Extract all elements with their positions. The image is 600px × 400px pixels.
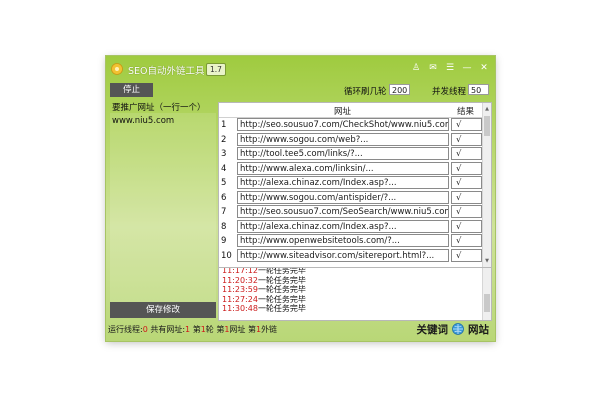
log-message: 一轮任务完毕 — [257, 304, 306, 313]
row-url: http://alexa.chinaz.com/Index.asp?... — [237, 219, 449, 233]
row-result: √ — [451, 248, 482, 262]
running-threads-value: 0 — [142, 325, 148, 334]
row-result: √ — [451, 132, 482, 146]
loop-count-label: 循环刷几轮 — [344, 87, 387, 97]
row-index: 1 — [221, 120, 227, 130]
row-result: √ — [451, 176, 482, 189]
row-index: 4 — [221, 163, 227, 174]
table-row[interactable]: 2 http://www.sogou.com/web?... √ — [219, 132, 483, 148]
row-index: 9 — [221, 236, 227, 246]
app-logo-icon — [111, 63, 123, 75]
row-url: http://seo.sousuo7.com/SeoSearch/www.niu… — [237, 205, 449, 218]
row-result: √ — [451, 219, 482, 233]
log-scroll-thumb[interactable] — [484, 294, 490, 312]
table-row[interactable]: 10 http://www.siteadvisor.com/sitereport… — [219, 248, 483, 264]
table-header: 网址 结果 — [219, 103, 483, 118]
globe-icon — [452, 323, 464, 335]
stop-button[interactable]: 停止 — [110, 83, 153, 97]
table-scroll-thumb[interactable] — [484, 116, 490, 136]
log-time: 11:30:48 — [222, 304, 258, 313]
row-url: http://tool.tee5.com/links/?... — [237, 147, 449, 160]
message-icon[interactable]: ✉ — [426, 62, 440, 74]
brand-site: 网站 — [468, 323, 489, 336]
row-url: http://www.alexa.com/linksin/... — [237, 161, 449, 175]
log-line: 11:30:48一轮任务完毕 — [222, 303, 306, 314]
promote-url-item: www.niu5.com — [112, 116, 175, 126]
row-index: 10 — [221, 250, 232, 261]
column-header-result: 结果 — [457, 107, 475, 117]
total-urls-value: 1 — [185, 325, 191, 334]
row-url: http://www.siteadvisor.com/sitereport.ht… — [237, 248, 449, 262]
title-bar: SEO自动外链工具 1.7 ♙ ✉ ☰ — ✕ — [106, 56, 495, 82]
table-row[interactable]: 9 http://www.openwebsitetools.com/?... √ — [219, 234, 483, 249]
window-title: SEO自动外链工具 — [128, 66, 205, 77]
table-row[interactable]: 1 http://seo.sousuo7.com/CheckShot/www.n… — [219, 118, 483, 133]
row-url: http://alexa.chinaz.com/Index.asp?... — [237, 176, 449, 189]
url-results-table: 网址 结果 1 http://seo.sousuo7.com/CheckShot… — [218, 102, 492, 268]
link-suffix: 外链 — [261, 325, 278, 334]
minimize-icon[interactable]: — — [460, 62, 474, 74]
table-row[interactable]: 7 http://seo.sousuo7.com/SeoSearch/www.n… — [219, 205, 483, 220]
column-header-url: 网址 — [334, 107, 352, 117]
scroll-down-arrow-icon[interactable]: ▼ — [484, 257, 490, 265]
row-index: 6 — [221, 192, 227, 203]
window-controls: ♙ ✉ ☰ — ✕ — [409, 62, 491, 74]
threads-label: 并发线程 — [432, 87, 467, 97]
promote-urls-textarea[interactable]: www.niu5.com — [110, 113, 216, 302]
table-row[interactable]: 5 http://alexa.chinaz.com/Index.asp?... … — [219, 176, 483, 191]
table-row[interactable]: 4 http://www.alexa.com/linksin/... √ — [219, 161, 483, 177]
row-index: 3 — [221, 149, 227, 159]
task-log: 11:17:12一轮任务完毕 11:20:32一轮任务完毕 11:23:59一轮… — [218, 267, 492, 321]
row-result: √ — [451, 147, 482, 160]
row-index: 2 — [221, 134, 227, 145]
promote-urls-heading: 要推广网址（一行一个） — [112, 103, 206, 113]
version-badge: 1.7 — [206, 63, 226, 76]
row-result: √ — [451, 161, 482, 175]
close-icon[interactable]: ✕ — [477, 62, 491, 74]
table-scrollbar[interactable]: ▲ ▼ — [482, 103, 491, 267]
save-changes-button[interactable]: 保存修改 — [110, 302, 216, 318]
row-url: http://seo.sousuo7.com/CheckShot/www.niu… — [237, 118, 449, 131]
table-row[interactable]: 8 http://alexa.chinaz.com/Index.asp?... … — [219, 219, 483, 235]
brand-keyword: 关键词 — [416, 323, 449, 336]
link-prefix: 第 — [247, 325, 256, 334]
round-prefix: 第 — [192, 325, 201, 334]
menu-icon[interactable]: ☰ — [443, 62, 457, 74]
scroll-up-arrow-icon[interactable]: ▲ — [484, 105, 490, 113]
loop-count-input[interactable]: 200 — [389, 84, 410, 95]
brand-footer: 关键词 网站 — [416, 320, 489, 338]
row-result: √ — [451, 234, 482, 247]
round-suffix: 轮 — [205, 325, 214, 334]
row-index: 8 — [221, 221, 227, 232]
row-result: √ — [451, 190, 482, 204]
url-suffix: 网址 — [229, 325, 246, 334]
row-result: √ — [451, 205, 482, 218]
threads-input[interactable]: 50 — [468, 84, 489, 95]
promote-urls-panel: 要推广网址（一行一个） www.niu5.com — [110, 101, 216, 302]
row-url: http://www.sogou.com/antispider/?... — [237, 190, 449, 204]
row-index: 7 — [221, 207, 227, 217]
row-url: http://www.sogou.com/web?... — [237, 132, 449, 146]
table-row[interactable]: 3 http://tool.tee5.com/links/?... √ — [219, 147, 483, 162]
running-threads-label: 运行线程: — [108, 325, 143, 334]
status-bar: 运行线程:0 共有网址:1 第1轮 第1网址 第1外链 — [108, 324, 277, 335]
total-urls-label: 共有网址: — [150, 325, 186, 334]
app-window: SEO自动外链工具 1.7 ♙ ✉ ☰ — ✕ 停止 循环刷几轮 200 并发线… — [106, 56, 495, 341]
user-icon[interactable]: ♙ — [409, 62, 423, 74]
row-result: √ — [451, 118, 482, 131]
row-url: http://www.openwebsitetools.com/?... — [237, 234, 449, 247]
log-scrollbar[interactable] — [482, 268, 491, 320]
row-index: 5 — [221, 178, 227, 188]
table-row[interactable]: 6 http://www.sogou.com/antispider/?... √ — [219, 190, 483, 206]
